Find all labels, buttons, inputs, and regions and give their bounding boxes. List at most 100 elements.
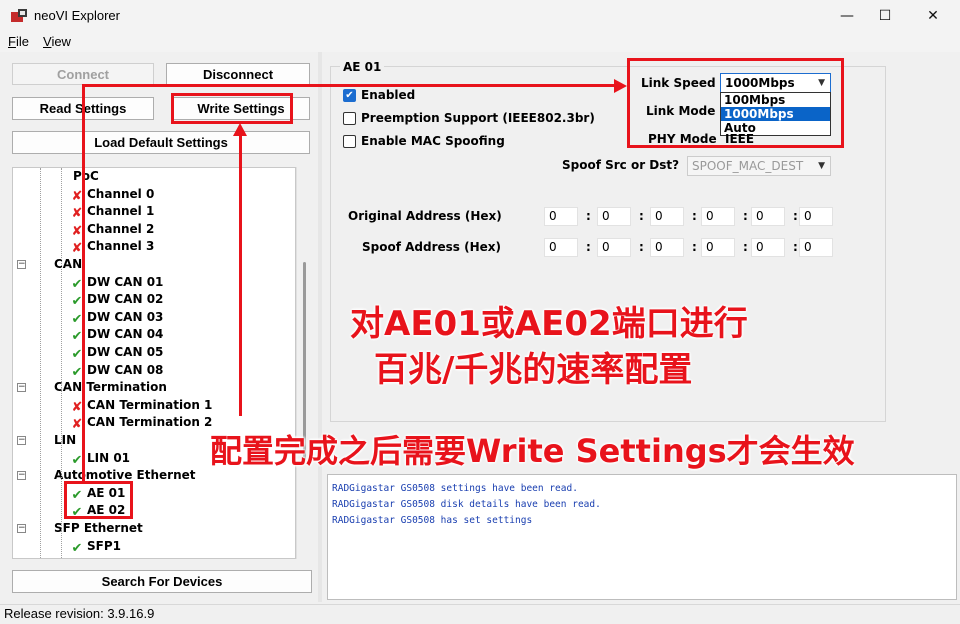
tree-item-label: DW CAN 03 xyxy=(87,309,164,324)
link-speed-select[interactable]: 1000Mbps ▼ xyxy=(720,73,831,93)
tree-item-label: DW CAN 04 xyxy=(87,327,164,342)
enabled-check-icon: ✔ xyxy=(71,540,83,556)
original-address-octet[interactable]: 0 xyxy=(751,207,785,226)
tree-item[interactable]: ✔ LIN 01 xyxy=(69,450,131,468)
tree-item-label: DW CAN 02 xyxy=(87,292,164,307)
spoof-address-octet[interactable]: 0 xyxy=(650,238,684,257)
enabled-check-icon: ✔ xyxy=(343,88,356,102)
tree-item[interactable]: CAN Termination xyxy=(54,379,167,396)
log-output[interactable]: RADGigastar GS0508 settings have been re… xyxy=(327,474,957,600)
spoof-address-octet[interactable]: 0 xyxy=(597,238,631,257)
tree-item[interactable]: SFP Ethernet xyxy=(54,520,143,537)
collapse-toggle-icon[interactable]: − xyxy=(17,436,26,445)
octet-separator: : xyxy=(743,240,748,254)
collapse-toggle-icon[interactable]: − xyxy=(17,260,26,269)
octet-separator: : xyxy=(692,209,697,223)
tree-item-label: CAN Termination xyxy=(54,380,167,395)
octet-separator: : xyxy=(586,209,591,223)
spoof-address-octet[interactable]: 0 xyxy=(701,238,735,257)
preemption-checkbox[interactable]: Preemption Support (IEEE802.3br) xyxy=(343,109,595,127)
spoof-src-dst-select[interactable]: SPOOF_MAC_DEST ▼ xyxy=(687,156,831,176)
arrow-up-icon xyxy=(233,123,247,136)
disconnect-button[interactable]: Disconnect xyxy=(166,63,310,85)
enabled-checkbox[interactable]: ✔ Enabled xyxy=(343,86,415,104)
tree-item-label: Channel 2 xyxy=(87,221,155,236)
group-title: AE 01 xyxy=(340,60,385,74)
collapse-toggle-icon[interactable]: − xyxy=(17,524,26,533)
spoof-src-dst-label: Spoof Src or Dst? xyxy=(562,158,680,172)
menu-file[interactable]: File xyxy=(8,34,29,49)
original-address-octet[interactable]: 0 xyxy=(544,207,578,226)
tree-scrollbar[interactable] xyxy=(296,167,312,559)
tree-item-label: CAN xyxy=(54,257,83,271)
menu-view[interactable]: View xyxy=(43,34,71,49)
menu-bar: File View xyxy=(0,32,960,52)
arrow-right-icon xyxy=(614,79,627,93)
tree-item-label: Channel 3 xyxy=(87,239,155,254)
tree-item-label: CAN Termination 1 xyxy=(87,397,213,412)
tree-item[interactable]: ✔ AE 02 xyxy=(69,502,126,521)
tree-connector xyxy=(40,168,41,558)
spoof-address-octet[interactable]: 0 xyxy=(799,238,833,257)
app-icon xyxy=(11,9,27,22)
octet-separator: : xyxy=(639,209,644,223)
menu-file-label: ile xyxy=(15,34,29,49)
tree-item-label: Channel 1 xyxy=(87,204,155,219)
original-address-octet[interactable]: 0 xyxy=(799,207,833,226)
annotation-arrow-line xyxy=(82,84,622,87)
tree-item[interactable]: ✘ CAN Termination 1 xyxy=(69,397,213,415)
window-title: neoVI Explorer xyxy=(34,8,120,23)
tree-item-label: PoC xyxy=(73,169,99,183)
tree-item-label: LIN 01 xyxy=(87,450,131,465)
preemption-box xyxy=(343,111,356,125)
mac-spoofing-box xyxy=(343,134,356,148)
tree-item[interactable]: Automotive Ethernet xyxy=(54,467,196,484)
mac-spoofing-checkbox[interactable]: Enable MAC Spoofing xyxy=(343,132,505,150)
link-speed-option-selected[interactable]: 1000Mbps xyxy=(721,107,830,121)
close-button[interactable]: ✕ xyxy=(910,0,956,32)
original-address-octet[interactable]: 0 xyxy=(701,207,735,226)
tree-item[interactable]: ✘ CAN Termination 2 xyxy=(69,414,213,432)
tree-item[interactable]: LIN xyxy=(54,432,76,449)
phy-mode-value[interactable]: IEEE xyxy=(725,132,754,146)
link-speed-option[interactable]: 100Mbps xyxy=(721,93,830,107)
octet-separator: : xyxy=(586,240,591,254)
original-address-label: Original Address (Hex) xyxy=(348,209,502,223)
menu-view-label: iew xyxy=(51,34,71,49)
log-line: RADGigastar GS0508 settings have been re… xyxy=(332,483,578,494)
spoof-address-label: Spoof Address (Hex) xyxy=(362,240,501,254)
spoof-address-octet[interactable]: 0 xyxy=(544,238,578,257)
load-default-settings-button[interactable]: Load Default Settings xyxy=(12,131,310,154)
original-address-octet[interactable]: 0 xyxy=(650,207,684,226)
tree-item[interactable]: ✔ SFP1 xyxy=(69,538,121,556)
menu-file-mnemonic: F xyxy=(8,34,16,49)
connect-button[interactable]: Connect xyxy=(12,63,154,85)
log-line: RADGigastar GS0508 disk details have bee… xyxy=(332,499,601,510)
maximize-button[interactable]: ☐ xyxy=(862,0,908,32)
spoof-address-octet[interactable]: 0 xyxy=(751,238,785,257)
chevron-down-icon: ▼ xyxy=(818,78,825,88)
tree-item[interactable]: ✔ AE 01 xyxy=(69,485,126,503)
original-address-octet[interactable]: 0 xyxy=(597,207,631,226)
collapse-toggle-icon[interactable]: − xyxy=(17,383,26,393)
panel-splitter[interactable] xyxy=(318,52,322,602)
preemption-label: Preemption Support (IEEE802.3br) xyxy=(361,111,595,125)
log-line: RADGigastar GS0508 has set settings xyxy=(332,515,533,526)
octet-separator: : xyxy=(639,240,644,254)
annotation-arrow-line xyxy=(82,86,85,483)
search-for-devices-button[interactable]: Search For Devices xyxy=(12,570,312,593)
tree-connector xyxy=(61,168,62,558)
write-settings-button[interactable]: Write Settings xyxy=(172,97,310,120)
enabled-check-icon: ✔ xyxy=(71,505,83,521)
tree-item[interactable]: PoC xyxy=(73,168,99,185)
tree-item-label: DW CAN 08 xyxy=(87,362,164,377)
phy-mode-label: PHY Mode xyxy=(648,132,717,146)
link-speed-value: 1000Mbps xyxy=(725,76,795,90)
tree-item[interactable]: CAN xyxy=(54,256,82,273)
link-speed-dropdown[interactable]: 100Mbps 1000Mbps Auto xyxy=(720,92,831,136)
status-bar: Release revision: 3.9.16.9 xyxy=(0,604,960,624)
device-tree[interactable]: PoC ✘ Channel 0 ✘ Channel 1 ✘ Channel 2 ✘ Channe… xyxy=(12,167,296,559)
annotation-arrow-line xyxy=(239,134,242,416)
collapse-toggle-icon[interactable]: − xyxy=(17,471,26,481)
annotation-write-settings-note: 配置完成之后需要Write Settings才会生效 xyxy=(210,432,855,470)
